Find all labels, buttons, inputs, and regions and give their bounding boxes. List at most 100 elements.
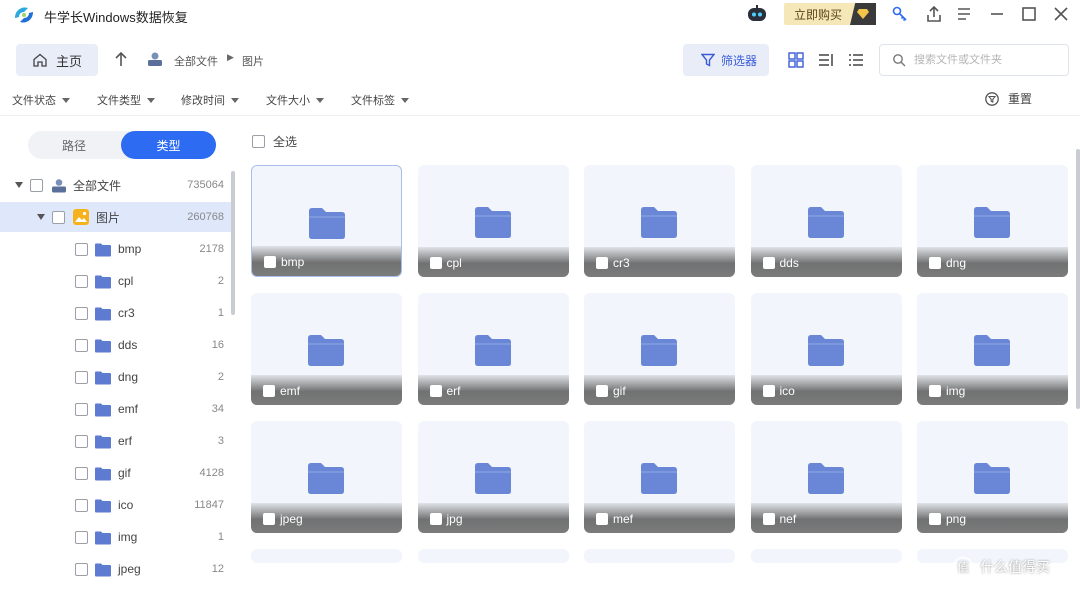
tree-item-emf[interactable]: emf 34: [0, 394, 232, 424]
tile-checkbox[interactable]: [762, 257, 775, 269]
tab-type[interactable]: 类型: [121, 131, 216, 159]
filter-file-status[interactable]: 文件状态: [12, 92, 70, 108]
tree-item-all-files[interactable]: 全部文件 735064: [0, 170, 232, 200]
tile-checkbox[interactable]: [429, 257, 442, 269]
breadcrumb-current[interactable]: 图片: [242, 53, 264, 69]
tree-item-img[interactable]: img 1: [0, 522, 232, 552]
tree-item-ico[interactable]: ico 11847: [0, 490, 232, 520]
folder-tile-partial[interactable]: [750, 549, 902, 563]
checkbox[interactable]: [75, 402, 88, 416]
checkbox[interactable]: [75, 530, 88, 544]
tree-item-count: 12: [211, 563, 224, 575]
tile-checkbox[interactable]: [264, 256, 276, 268]
folder-tile-img[interactable]: img: [917, 293, 1068, 405]
checkbox[interactable]: [30, 178, 43, 192]
tile-checkbox[interactable]: [596, 257, 608, 269]
folder-tile-jpeg[interactable]: jpeg: [251, 421, 402, 533]
tile-checkbox[interactable]: [429, 385, 442, 397]
grid-view-icon[interactable]: [787, 51, 805, 69]
tree-item-cpl[interactable]: cpl 2: [0, 266, 232, 296]
checkbox[interactable]: [75, 434, 88, 448]
tree-item-count: 3: [217, 435, 224, 447]
tree-item-bmp[interactable]: bmp 2178: [0, 234, 232, 264]
expand-arrow-icon[interactable]: [37, 214, 45, 220]
tile-label: dng: [946, 256, 967, 270]
folder-tile-dng[interactable]: dng: [917, 165, 1068, 277]
folder-icon: [309, 208, 345, 239]
folder-tile-erf[interactable]: erf: [417, 293, 569, 405]
folder-tile-cr3[interactable]: cr3: [584, 165, 735, 277]
tree-item-dng[interactable]: dng 2: [0, 362, 232, 392]
tree-item-dds[interactable]: dds 16: [0, 330, 232, 360]
tile-checkbox[interactable]: [762, 385, 775, 397]
key-icon[interactable]: [890, 4, 910, 24]
tile-checkbox[interactable]: [429, 513, 442, 525]
tile-checkbox[interactable]: [263, 513, 275, 525]
folder-tile-jpg[interactable]: jpg: [417, 421, 569, 533]
tree-item-erf[interactable]: erf 3: [0, 426, 232, 456]
grid-scrollbar[interactable]: [1076, 149, 1080, 409]
folder-tile-partial[interactable]: [417, 549, 569, 563]
detail-view-icon[interactable]: [847, 51, 865, 69]
checkbox[interactable]: [75, 562, 88, 576]
list-view-icon[interactable]: [817, 51, 835, 69]
folder-tile-partial[interactable]: [251, 549, 402, 563]
close-icon[interactable]: [1051, 4, 1071, 24]
checkbox[interactable]: [75, 466, 88, 480]
search-input[interactable]: [914, 54, 1064, 66]
checkbox[interactable]: [75, 338, 88, 352]
tree-item-images[interactable]: 图片 260768: [0, 202, 232, 232]
checkbox[interactable]: [52, 210, 65, 224]
tile-label: gif: [613, 384, 626, 398]
minimize-icon[interactable]: [987, 4, 1007, 24]
folder-tile-partial[interactable]: [584, 549, 735, 563]
expand-arrow-icon[interactable]: [15, 182, 23, 188]
folder-tile-ico[interactable]: ico: [750, 293, 902, 405]
robot-assistant-icon[interactable]: [746, 4, 768, 24]
folder-icon: [94, 498, 112, 513]
menu-icon[interactable]: [954, 4, 974, 24]
search-box[interactable]: [879, 44, 1069, 76]
checkbox[interactable]: [75, 306, 88, 320]
tree-item-gif[interactable]: gif 4128: [0, 458, 232, 488]
folder-tile-mef[interactable]: mef: [584, 421, 735, 533]
filter-file-tag-label: 文件标签: [351, 95, 395, 107]
folder-tile-nef[interactable]: nef: [750, 421, 902, 533]
tile-checkbox[interactable]: [929, 257, 941, 269]
select-all-checkbox[interactable]: [252, 135, 265, 148]
folder-tile-gif[interactable]: gif: [584, 293, 735, 405]
tile-checkbox[interactable]: [263, 385, 275, 397]
tile-checkbox[interactable]: [929, 385, 941, 397]
tile-checkbox[interactable]: [596, 513, 608, 525]
filter-button[interactable]: 筛选器: [683, 44, 769, 76]
home-tab[interactable]: 主页: [16, 44, 98, 76]
tree-item-label: gif: [118, 466, 131, 480]
folder-tile-png[interactable]: png: [917, 421, 1068, 533]
folder-tile-emf[interactable]: emf: [251, 293, 402, 405]
filter-file-type[interactable]: 文件类型: [97, 92, 155, 108]
breadcrumb-root[interactable]: 全部文件: [174, 53, 218, 69]
folder-tile-cpl[interactable]: cpl: [417, 165, 569, 277]
checkbox[interactable]: [75, 274, 88, 288]
checkbox[interactable]: [75, 242, 88, 256]
filter-modified-time[interactable]: 修改时间: [181, 92, 239, 108]
tile-checkbox[interactable]: [929, 513, 941, 525]
tile-checkbox[interactable]: [596, 385, 608, 397]
buy-now-button[interactable]: 立即购买: [784, 3, 876, 25]
arrow-up-icon[interactable]: [112, 50, 130, 68]
select-all[interactable]: 全选: [252, 133, 297, 150]
folder-tile-bmp[interactable]: bmp: [251, 165, 402, 277]
tab-path[interactable]: 路径: [28, 131, 120, 159]
maximize-icon[interactable]: [1019, 4, 1039, 24]
tree-item-jpeg[interactable]: jpeg 12: [0, 554, 232, 584]
checkbox[interactable]: [75, 498, 88, 512]
filter-file-size[interactable]: 文件大小: [266, 92, 324, 108]
tree-item-cr3[interactable]: cr3 1: [0, 298, 232, 328]
tile-checkbox[interactable]: [762, 513, 775, 525]
folder-tile-dds[interactable]: dds: [750, 165, 902, 277]
checkbox[interactable]: [75, 370, 88, 384]
reset-button[interactable]: 重置: [984, 90, 1032, 107]
sidebar-scrollbar[interactable]: [231, 171, 235, 315]
filter-file-tag[interactable]: 文件标签: [351, 92, 409, 108]
share-icon[interactable]: [924, 4, 944, 24]
